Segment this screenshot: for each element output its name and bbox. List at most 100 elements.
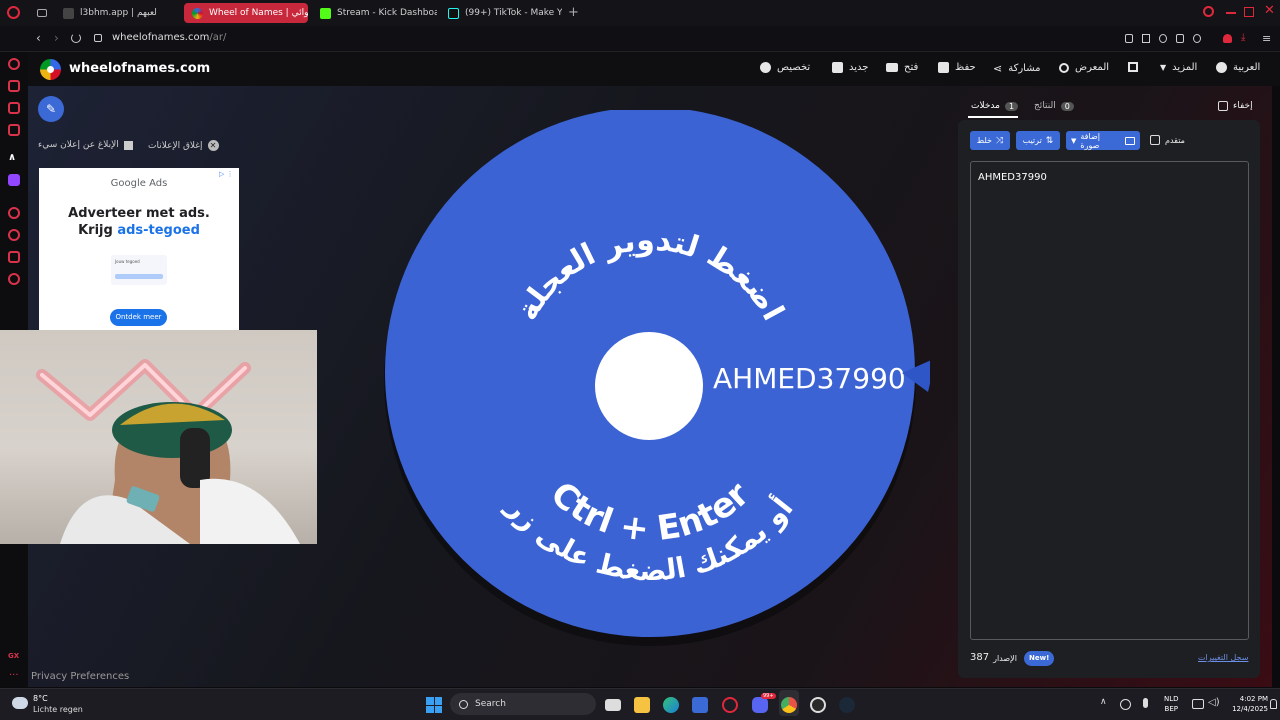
tab-kick-dashboard[interactable]: Stream - Kick Dashboard — [312, 3, 437, 23]
advanced-toggle[interactable]: متقدم — [1150, 135, 1185, 145]
kick-sidebar-icon[interactable]: ∧ — [8, 152, 20, 163]
edge-icon[interactable] — [663, 697, 679, 713]
tray-sync-icon[interactable] — [1120, 699, 1131, 710]
profile-icon[interactable] — [1223, 34, 1232, 43]
bag-icon[interactable] — [8, 80, 20, 92]
caret-down-icon: ▼ — [1071, 136, 1077, 145]
browser-tab-bar: l3bhm.app | لعبهم Wheel of Names | عشوائ… — [0, 0, 1280, 26]
url-field[interactable]: wheelofnames.com/ar/ — [112, 32, 226, 43]
weather-desc[interactable]: Lichte regen — [33, 705, 83, 714]
google-ad-banner[interactable]: ▷ ⋮ Google Ads Adverteer met ads. Krijg … — [39, 168, 239, 333]
tab-wheel-of-names[interactable]: Wheel of Names | عشوائي — [184, 3, 308, 23]
task-view-icon[interactable] — [605, 699, 621, 711]
gallery-button[interactable]: المعرض — [1059, 62, 1109, 73]
shuffle-button[interactable]: خلط ⤨ — [970, 131, 1010, 150]
network-icon[interactable] — [1192, 699, 1204, 709]
search-icon — [1059, 62, 1069, 73]
opera-logo-icon[interactable] — [7, 6, 20, 19]
report-ad-label: الإبلاغ عن إعلان سيء — [38, 140, 119, 150]
nav-label: تخصيص — [777, 62, 811, 73]
windows-start-icon[interactable] — [426, 697, 442, 713]
ad-headline-1: Adverteer met ads. — [68, 206, 210, 221]
advanced-checkbox[interactable] — [1150, 135, 1160, 145]
site-logo-icon[interactable] — [40, 59, 61, 80]
wheel[interactable]: AHMED37990 اضغط لتدوير العجلة أو يمكنك ا… — [370, 110, 930, 670]
forward-icon[interactable]: › — [54, 31, 59, 45]
tab-tiktok[interactable]: (99+) TikTok - Make Your — [440, 3, 562, 23]
steam-icon[interactable] — [839, 697, 855, 713]
back-icon[interactable]: ‹ — [36, 31, 41, 45]
menu-icon[interactable]: ≡ — [1262, 32, 1271, 45]
clock[interactable]: 4:02 PM 12/4/2025 — [1228, 694, 1268, 714]
tab-label: Wheel of Names | عشوائي — [209, 8, 308, 18]
hide-toggle[interactable]: إخفاء — [1218, 101, 1253, 111]
store-icon[interactable] — [692, 697, 708, 713]
wheel-center[interactable] — [595, 332, 703, 440]
tray-chevron-icon[interactable]: ∧ — [1100, 697, 1107, 707]
customize-button[interactable]: تخصيص — [760, 62, 810, 73]
input-language[interactable]: NLD BEP — [1164, 694, 1179, 714]
minimize-icon[interactable] — [1226, 12, 1236, 14]
search-tabs-icon[interactable] — [1203, 6, 1214, 17]
ad-choices-icon[interactable]: ▷ ⋮ — [219, 170, 234, 178]
sort-button[interactable]: ترتيب ⇅ — [1016, 131, 1060, 150]
url-domain: wheelofnames.com — [112, 32, 210, 43]
tab-l3bhm[interactable]: l3bhm.app | لعبهم — [55, 3, 180, 23]
report-ad-button[interactable]: الإبلاغ عن إعلان سيء — [38, 140, 133, 150]
more-dots-icon[interactable]: ··· — [9, 670, 19, 681]
reload-icon[interactable] — [71, 33, 81, 43]
notification-bell-icon[interactable] — [1270, 699, 1277, 709]
changelog-link[interactable]: سجل التغييرات — [1198, 653, 1248, 662]
tiktok-favicon-icon — [448, 7, 459, 19]
obs-icon[interactable] — [810, 697, 826, 713]
history-icon[interactable] — [8, 229, 20, 241]
messenger-icon[interactable] — [8, 102, 20, 114]
tab-menu-icon[interactable] — [37, 9, 47, 17]
download-icon[interactable]: ⤓ — [1241, 32, 1245, 43]
ad-mock-card: Jouw tegoed — [111, 255, 167, 285]
tab-entries-count: 1 — [1004, 101, 1019, 111]
hide-checkbox[interactable] — [1218, 101, 1228, 111]
weather-icon[interactable] — [12, 697, 28, 709]
tab-label: l3bhm.app | لعبهم — [80, 8, 157, 18]
maximize-icon[interactable] — [1244, 7, 1254, 17]
opera-gx-icon[interactable] — [722, 697, 738, 713]
site-logo-text[interactable]: wheelofnames.com — [69, 61, 210, 76]
language-button[interactable]: العربية — [1216, 62, 1260, 73]
close-window-icon[interactable]: ✕ — [1264, 3, 1275, 18]
edit-fab-button[interactable]: ✎ — [38, 96, 64, 122]
globe-icon — [1216, 62, 1227, 73]
nav-label: فتح — [904, 62, 919, 73]
google-ads-label: Google Ads — [110, 178, 168, 189]
tab-results-count: 0 — [1060, 101, 1074, 111]
privacy-preferences-link[interactable]: Privacy Preferences — [31, 671, 129, 682]
aria-icon[interactable] — [8, 58, 20, 70]
twitch-icon[interactable] — [8, 174, 20, 186]
settings-icon[interactable] — [8, 273, 20, 285]
chat-icon[interactable] — [8, 251, 20, 263]
tray-mic-icon[interactable] — [1143, 698, 1148, 708]
new-button[interactable]: جديد — [832, 62, 868, 73]
taskbar-search[interactable]: Search — [450, 693, 596, 715]
news-icon[interactable] — [8, 124, 20, 136]
new-tab-plus-icon[interactable]: + — [568, 5, 579, 20]
weather-temp[interactable]: 8°C — [33, 694, 48, 703]
gx-icon[interactable]: GX — [8, 652, 19, 660]
fullscreen-button[interactable] — [1128, 62, 1138, 72]
discord-icon[interactable] — [752, 697, 768, 713]
file-explorer-icon[interactable] — [634, 697, 650, 713]
ad-cta-button[interactable]: Ontdek meer — [110, 309, 167, 326]
tab-results[interactable]: النتائج 0 — [1034, 101, 1074, 111]
share-icon: ⋖ — [993, 62, 1003, 75]
close-ads-button[interactable]: إغلاق الإعلانات ✕ — [148, 140, 219, 151]
entries-textarea[interactable]: AHMED37990 — [970, 161, 1249, 640]
extensions-icons[interactable] — [1125, 34, 1215, 44]
player-icon[interactable] — [8, 207, 20, 219]
volume-icon[interactable]: ◁) — [1208, 697, 1220, 708]
more-menu-button[interactable]: ▼ المزيد — [1160, 62, 1197, 73]
tab-entries[interactable]: مدخلات 1 — [971, 101, 1019, 111]
share-button[interactable]: ⋖ مشاركة — [993, 62, 1041, 75]
save-button[interactable]: حفظ — [938, 62, 976, 73]
open-button[interactable]: فتح — [886, 62, 918, 73]
add-image-button[interactable]: ▼ إضافة صورة — [1066, 131, 1140, 150]
